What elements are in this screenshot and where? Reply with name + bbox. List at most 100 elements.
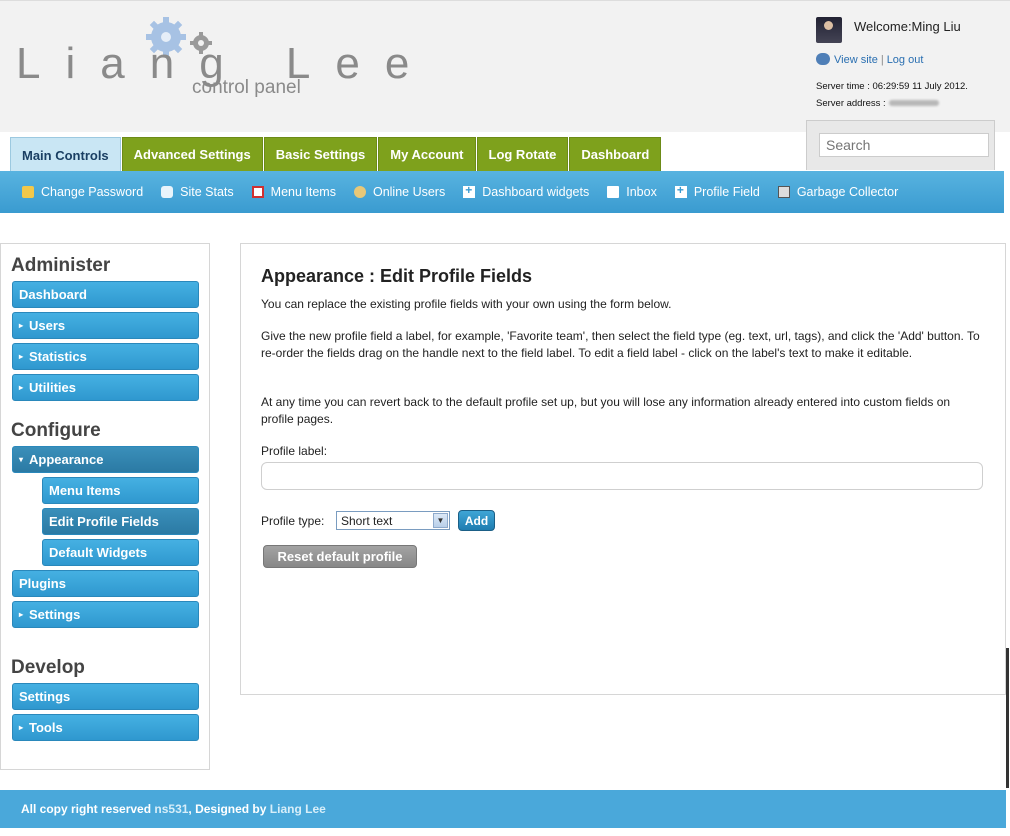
profile-label-input[interactable] <box>261 462 983 490</box>
sidebar-item-label: Statistics <box>29 349 87 364</box>
sidebar-item-utilities[interactable]: ▸ Utilities <box>12 374 199 401</box>
logo-subtitle: control panel <box>192 77 301 98</box>
subnav-label: Garbage Collector <box>796 185 899 199</box>
reset-default-profile-button[interactable]: Reset default profile <box>263 545 417 568</box>
subnav-label: Dashboard widgets <box>482 185 590 199</box>
chevron-down-icon: ▼ <box>433 513 448 528</box>
redacted-address <box>888 100 939 107</box>
subnav-site-stats[interactable]: Site Stats <box>161 185 234 199</box>
welcome-text: Welcome:Ming Liu <box>854 19 961 34</box>
plus-icon <box>674 183 687 198</box>
profile-type-select[interactable]: Short text ▼ <box>336 511 450 530</box>
sidebar-item-tools[interactable]: ▸ Tools <box>12 714 199 741</box>
log-out-link[interactable]: Log out <box>887 54 924 66</box>
sidebar-item-edit-profile-fields[interactable]: Edit Profile Fields <box>42 508 199 535</box>
heading-administer: Administer <box>11 255 111 276</box>
tab-main-controls[interactable]: Main Controls <box>10 137 121 172</box>
chat-icon <box>161 186 174 198</box>
sidebar-item-plugins[interactable]: Plugins <box>12 570 199 597</box>
subnav-label: Menu Items <box>270 185 336 199</box>
sidebar-item-label: Plugins <box>19 576 66 591</box>
profile-type-label: Profile type: <box>261 514 325 528</box>
view-site-link[interactable]: View site <box>834 54 878 66</box>
main-panel: Appearance : Edit Profile Fields You can… <box>240 243 1006 695</box>
menu-icon <box>251 186 264 198</box>
globe-icon <box>816 53 830 65</box>
arrow-right-icon: ▸ <box>19 723 24 732</box>
arrow-right-icon: ▸ <box>19 383 24 392</box>
header: Liang Lee control panel Welcome:Ming Liu… <box>0 0 1010 132</box>
sidebar-item-settings[interactable]: ▸ Settings <box>12 601 199 628</box>
sidebar-item-label: Appearance <box>29 452 104 467</box>
sidebar: Administer Dashboard ▸ Users ▸ Statistics … <box>0 243 210 770</box>
sidebar-item-label: Settings <box>29 607 81 622</box>
server-address: Server address : <box>816 98 939 109</box>
arrow-right-icon: ▸ <box>19 610 24 619</box>
search-input[interactable] <box>819 133 989 157</box>
logo[interactable]: Liang Lee control panel <box>16 15 409 105</box>
sidebar-item-label: Dashboard <box>19 287 87 302</box>
tab-log-rotate[interactable]: Log Rotate <box>476 137 569 171</box>
plus-icon <box>463 183 476 198</box>
subnav-inbox[interactable]: Inbox <box>607 185 657 199</box>
sidebar-item-statistics[interactable]: ▸ Statistics <box>12 343 199 370</box>
sidebar-item-appearance[interactable]: ▾ Appearance <box>12 446 199 473</box>
main-tabs: Main Controls Advanced Settings Basic Se… <box>10 137 662 172</box>
server-time: Server time : 06:29:59 11 July 2012. <box>816 81 968 92</box>
subnav-label: Profile Field <box>693 185 760 199</box>
tab-basic-settings[interactable]: Basic Settings <box>263 137 378 171</box>
trash-icon <box>777 186 790 198</box>
revert-note: At any time you can revert back to the d… <box>261 395 951 426</box>
subnav-menu-items[interactable]: Menu Items <box>251 185 336 199</box>
arrow-down-icon: ▾ <box>19 455 24 464</box>
instructions-text: Give the new profile field a label, for … <box>261 329 980 360</box>
footer-designed-by: , Designed by <box>188 802 267 816</box>
footer: All copy right reserved ns531, Designed … <box>0 790 1006 828</box>
tab-dashboard[interactable]: Dashboard <box>569 137 662 171</box>
arrow-right-icon: ▸ <box>19 321 24 330</box>
heading-configure: Configure <box>11 420 101 441</box>
sidebar-item-users[interactable]: ▸ Users <box>12 312 199 339</box>
footer-site-link[interactable]: ns531 <box>154 802 188 816</box>
heading-develop: Develop <box>11 657 85 678</box>
search-box <box>806 120 995 170</box>
subnav-label: Inbox <box>626 185 657 199</box>
tab-advanced-settings[interactable]: Advanced Settings <box>121 137 263 171</box>
sidebar-item-dev-settings[interactable]: Settings <box>12 683 199 710</box>
subnav-garbage-collector[interactable]: Garbage Collector <box>777 185 899 199</box>
sidebar-item-dashboard[interactable]: Dashboard <box>12 281 199 308</box>
tab-my-account[interactable]: My Account <box>378 137 476 171</box>
sidebar-item-label: Default Widgets <box>49 545 148 560</box>
avatar[interactable] <box>816 17 842 43</box>
sidebar-item-label: Menu Items <box>49 483 121 498</box>
sidebar-item-label: Settings <box>19 689 71 704</box>
subnav-label: Online Users <box>372 185 446 199</box>
subnav-label: Change Password <box>41 185 144 199</box>
arrow-right-icon: ▸ <box>19 352 24 361</box>
server-address-label: Server address : <box>816 98 886 109</box>
profile-label-label: Profile label: <box>261 444 328 458</box>
lock-icon <box>22 186 34 198</box>
subnav-dashboard-widgets[interactable]: Dashboard widgets <box>463 183 590 199</box>
sub-navigation: Change Password Site Stats Menu Items On… <box>0 171 1004 213</box>
footer-copyright: All copy right reserved <box>21 802 152 816</box>
window-edge <box>1006 648 1009 788</box>
subnav-label: Site Stats <box>180 185 234 199</box>
page-title: Appearance : Edit Profile Fields <box>261 266 533 286</box>
sidebar-item-label: Tools <box>29 720 63 735</box>
sidebar-item-menu-items[interactable]: Menu Items <box>42 477 199 504</box>
footer-author-link[interactable]: Liang Lee <box>270 802 326 816</box>
subnav-profile-field[interactable]: Profile Field <box>674 183 760 199</box>
add-button[interactable]: Add <box>458 510 495 531</box>
mail-icon <box>607 186 620 198</box>
subnav-change-password[interactable]: Change Password <box>22 185 143 199</box>
sidebar-item-label: Edit Profile Fields <box>49 514 159 529</box>
intro-text: You can replace the existing profile fie… <box>261 297 672 311</box>
sidebar-item-label: Users <box>29 318 66 333</box>
sidebar-item-label: Utilities <box>29 380 76 395</box>
profile-type-value: Short text <box>341 513 393 528</box>
subnav-online-users[interactable]: Online Users <box>353 185 446 199</box>
sidebar-item-default-widgets[interactable]: Default Widgets <box>42 539 199 566</box>
user-icon <box>353 186 366 198</box>
site-links: View site | Log out <box>816 53 923 66</box>
